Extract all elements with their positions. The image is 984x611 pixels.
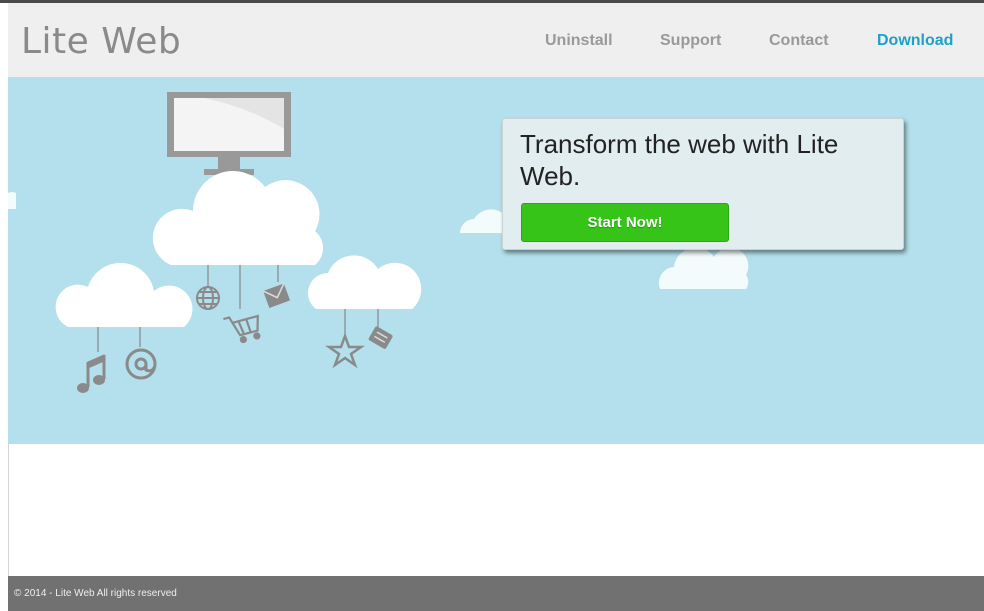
star-icon — [325, 332, 365, 369]
globe-icon — [196, 286, 220, 310]
tag-icon — [368, 326, 393, 349]
site-logo[interactable]: Lite Web — [21, 21, 181, 62]
at-sign-icon — [125, 348, 157, 380]
cta-panel: Transform the web with Lite Web. Start N… — [502, 118, 904, 250]
shopping-cart-icon — [223, 314, 261, 344]
site-footer: © 2014 - Lite Web All rights reserved — [8, 576, 984, 611]
site-header: Lite Web Uninstall Support Contact Downl… — [8, 3, 984, 77]
music-note-icon — [77, 354, 106, 393]
foreground-clouds — [55, 171, 422, 327]
envelope-icon — [262, 283, 291, 308]
nav-uninstall[interactable]: Uninstall — [545, 32, 613, 50]
monitor-icon — [167, 92, 291, 175]
nav-download[interactable]: Download — [877, 32, 953, 50]
nav-contact[interactable]: Contact — [769, 32, 829, 50]
hero-headline: Transform the web with Lite Web. — [520, 129, 839, 191]
start-now-button[interactable]: Start Now! — [521, 203, 729, 242]
nav-support[interactable]: Support — [660, 32, 721, 50]
copyright-text: © 2014 - Lite Web All rights reserved — [14, 588, 177, 599]
